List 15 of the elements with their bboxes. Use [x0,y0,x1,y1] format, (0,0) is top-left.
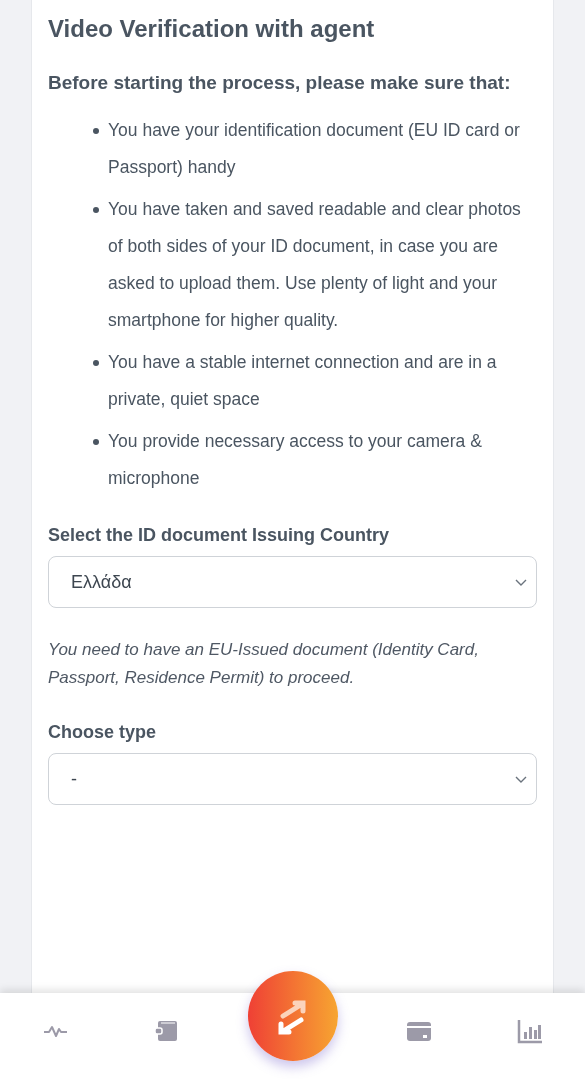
field-label: Select the ID document Issuing Country [48,525,391,546]
intro-text: Before starting the process, please make sure that: [48,72,512,94]
requirement-text: You provide necessary access to your camera & microphone [108,430,483,490]
requirement-text: You have a stable internet connection and are in a private, quiet space [108,351,498,411]
requirement-text: You have taken and saved readable and clear photos of both sides of your ID document, in case you are asked to upload them. Use plenty of light and your smartphone for higher quality. [108,198,522,332]
requirement-text: You have your identification document (EU ID card or Passport) handy [108,119,521,179]
note-text: You need to have an EU-Issued document (Identity Card, Passport, Residence Permit) to proceed. [48,639,480,689]
type-select[interactable]: - [48,753,537,805]
field-label: Choose type [48,722,158,743]
bullet-icon [93,439,99,445]
bullet-icon [93,360,99,366]
bullet-icon [93,207,99,213]
country-select[interactable]: Ελλάδα [48,556,537,608]
bullet-icon [93,128,99,134]
page-title: Video Verification with agent [48,14,376,44]
